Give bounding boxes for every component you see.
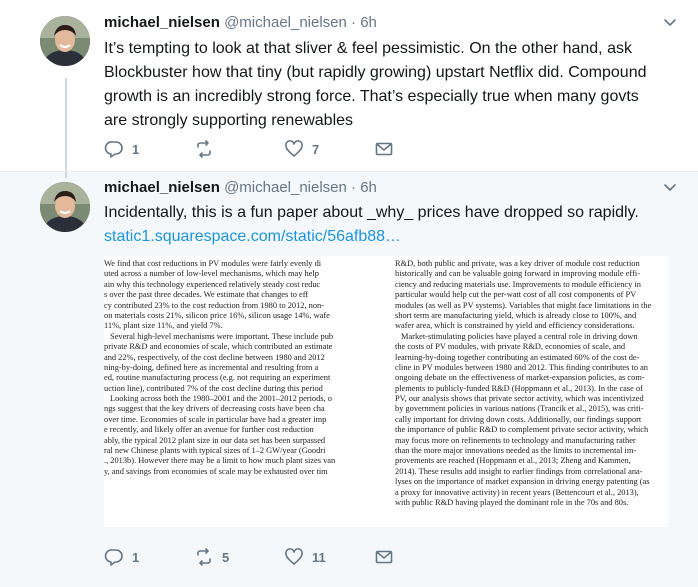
- paper-text-line: uction line), contributed 7% of the cost…: [104, 383, 323, 393]
- paper-text-line: ngs suggest that the key drivers of decr…: [104, 404, 325, 414]
- direct-message-icon: [375, 142, 393, 156]
- paper-text-line: e recently, and likely offer an avenue f…: [104, 425, 314, 435]
- paper-text-line: ain why this technology experienced rela…: [104, 279, 321, 289]
- tweet-header: michael_nielsen @michael_nielsen · 6h: [104, 13, 678, 33]
- paper-text-line: s over the past three decades. We estima…: [104, 290, 309, 300]
- like-icon: [285, 548, 303, 565]
- separator-dot: ·: [351, 14, 357, 31]
- reply-button[interactable]: 1: [104, 547, 194, 567]
- paper-text-line: uted across a number of low-level mechan…: [104, 269, 319, 279]
- paper-text-line: may focus more on refinements to technol…: [395, 435, 636, 445]
- paper-text-line: cline in PV modules between 1980 and 201…: [395, 362, 648, 372]
- paper-text-line: by government policies in various nation…: [395, 404, 644, 414]
- tweet-2[interactable]: michael_nielsen @michael_nielsen · 6h In…: [0, 172, 698, 587]
- paper-text-line: PV, our analysis shows that private sect…: [395, 394, 644, 404]
- paper-text-line: private R&D and economies of scale, whic…: [104, 342, 333, 352]
- direct-message-icon: [375, 550, 393, 564]
- paper-text-line: Market-stimulating policies have played …: [401, 331, 638, 341]
- paper-text-line: ed, routine manufacturing process (e.g. …: [104, 373, 331, 383]
- username[interactable]: @michael_nielsen: [224, 14, 347, 31]
- like-button[interactable]: 11: [284, 547, 374, 567]
- display-name[interactable]: michael_nielsen: [104, 179, 220, 196]
- tweet-actions: 1 7: [104, 137, 464, 161]
- paper-text-line: modules (as well as PV systems). Variabl…: [395, 300, 652, 310]
- paper-text-line: learning-by-doing together contributing …: [395, 352, 640, 362]
- paper-text-line: R&D, both public and private, was a key …: [395, 259, 640, 268]
- paper-text-line: short term are manufacturing yield, whic…: [395, 310, 637, 320]
- paper-text-line: ., 2013b). However there may be a limit …: [104, 456, 336, 466]
- chevron-down-icon[interactable]: [662, 13, 678, 33]
- retweet-button[interactable]: [194, 139, 284, 159]
- paper-text-line: We find that cost reductions in PV modul…: [104, 259, 322, 268]
- retweet-count: 5: [222, 549, 230, 565]
- paper-text-line: and 22%, respectively, of the cost decli…: [104, 352, 325, 362]
- tweet-header: michael_nielsen @michael_nielsen · 6h: [104, 178, 678, 198]
- paper-text-line: than the more major innovations needed a…: [395, 446, 637, 456]
- tweet-text: It’s tempting to look at that sliver & f…: [104, 40, 647, 129]
- paper-text-line: plements to publicly-funded R&D (Hoppman…: [395, 383, 643, 393]
- timestamp[interactable]: 6h: [360, 179, 377, 196]
- reply-count: 1: [132, 549, 140, 565]
- paper-text-line: over time. Economies of scale in particu…: [104, 414, 327, 424]
- paper-text-line: a proxy for innovative activity) in rece…: [395, 487, 639, 497]
- retweet-icon: [197, 140, 211, 158]
- tweet-actions: 1 5 11: [104, 545, 464, 569]
- avatar[interactable]: [40, 16, 90, 66]
- timestamp[interactable]: 6h: [360, 14, 377, 31]
- paper-text-line: ongoing debate on the effectiveness of m…: [395, 373, 645, 383]
- retweet-icon: [197, 548, 211, 566]
- paper-text-line: provements are reached (Hoppmann et al.,…: [395, 456, 631, 466]
- paper-text-line: with public R&D having played the domina…: [395, 497, 629, 507]
- tweet-text: Incidentally, this is a fun paper about …: [104, 204, 639, 221]
- direct-message-button[interactable]: [374, 547, 464, 567]
- tweet-text-block: Incidentally, this is a fun paper about …: [104, 201, 664, 249]
- username[interactable]: @michael_nielsen: [224, 179, 347, 196]
- like-count: 11: [312, 549, 326, 565]
- paper-text-line: Looking across both the 1980–2001 and th…: [110, 394, 332, 404]
- paper-text-line: ciency and reducing materials use. Impro…: [395, 279, 641, 289]
- chevron-down-icon[interactable]: [662, 178, 678, 198]
- thread-connector: [65, 78, 67, 171]
- paper-text-line: on materials costs 21%, silicon price 16…: [104, 310, 330, 320]
- paper-text-line: wafer area, which is constrained by yiel…: [395, 321, 635, 331]
- like-icon: [285, 140, 303, 157]
- paper-right-column: R&D, both public and private, was a key …: [395, 259, 668, 525]
- separator-dot: ·: [351, 179, 357, 196]
- display-name[interactable]: michael_nielsen: [104, 14, 220, 31]
- paper-text-line: cally important for driving down costs. …: [395, 414, 642, 424]
- paper-text-line: y, and savings from economies of scale m…: [104, 466, 328, 476]
- reply-icon: [104, 141, 123, 158]
- paper-text-line: historically and can be valuable going f…: [395, 269, 640, 279]
- paper-text-line: the costs of PV modules, with private R&…: [395, 342, 626, 352]
- paper-text-line: Several high-level mechanisms were impor…: [110, 331, 334, 341]
- avatar[interactable]: [40, 182, 90, 232]
- paper-text-line: 2014). These results add insight to earl…: [395, 466, 643, 476]
- tweet-1[interactable]: michael_nielsen @michael_nielsen · 6h It…: [0, 0, 698, 172]
- reply-count: 1: [132, 141, 140, 157]
- thread-connector: [65, 172, 67, 178]
- paper-text-line: cy contributed 23% to the cost reduction…: [104, 300, 325, 310]
- direct-message-button[interactable]: [374, 139, 464, 159]
- paper-text-line: the importance of public R&D to compleme…: [395, 425, 649, 435]
- tweet-link[interactable]: static1.squarespace.com/static/56afb88…: [104, 225, 664, 249]
- paper-text-line: ably, the typical 2012 plant size in our…: [104, 435, 326, 445]
- retweet-button[interactable]: 5: [194, 547, 284, 567]
- like-count: 7: [312, 141, 320, 157]
- paper-text-line: ral new Chinese plants with typical size…: [104, 446, 326, 456]
- paper-text-line: 11%, plant size 11%, and yield 7%.: [104, 321, 223, 331]
- attached-paper-image[interactable]: We find that cost reductions in PV modul…: [104, 256, 668, 527]
- reply-button[interactable]: 1: [104, 139, 194, 159]
- reply-icon: [104, 549, 123, 566]
- paper-text-line: lyses on the importance of market expans…: [395, 477, 650, 487]
- paper-text-line: particular would help cut the per-watt c…: [395, 290, 637, 300]
- paper-left-column: We find that cost reductions in PV modul…: [104, 259, 398, 525]
- paper-text-line: ning-by-doing, defined here as increment…: [104, 362, 319, 372]
- like-button[interactable]: 7: [284, 139, 374, 159]
